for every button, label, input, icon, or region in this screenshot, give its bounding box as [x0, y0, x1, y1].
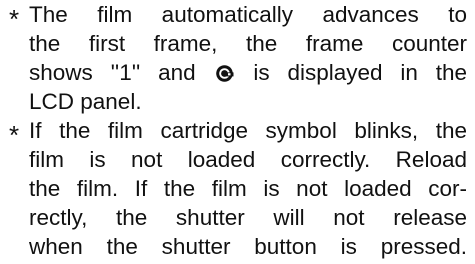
line-3-text-before: shows ''1'' and [29, 60, 196, 85]
bullet-1: * [8, 4, 20, 34]
paragraph-1-line-4: LCD panel. [29, 89, 142, 114]
film-cartridge-icon [215, 64, 234, 83]
paragraph-2-line-1: If the film cartridge symbol blinks, the [29, 118, 467, 143]
manual-page: * The film automatically advances to the… [0, 0, 475, 264]
bullet-2: * [8, 120, 20, 150]
paragraph-2-line-4: rectly, the shutter will not release [29, 205, 467, 230]
paragraph-1-line-1: The film automatically advances to [29, 2, 467, 27]
line-3-text-after: is displayed in the [253, 60, 467, 85]
paragraph-2-line-5: when the shutter button is pressed. [29, 234, 467, 259]
paragraph-2-line-3: the film. If the film is not loaded cor- [29, 176, 467, 201]
paragraph-2-line-2: film is not loaded correctly. Reload [29, 147, 467, 172]
paragraph-1-line-2: the first frame, the frame counter [29, 31, 467, 56]
paragraph-1-line-3: shows ''1'' and is displayed in the [29, 58, 467, 88]
